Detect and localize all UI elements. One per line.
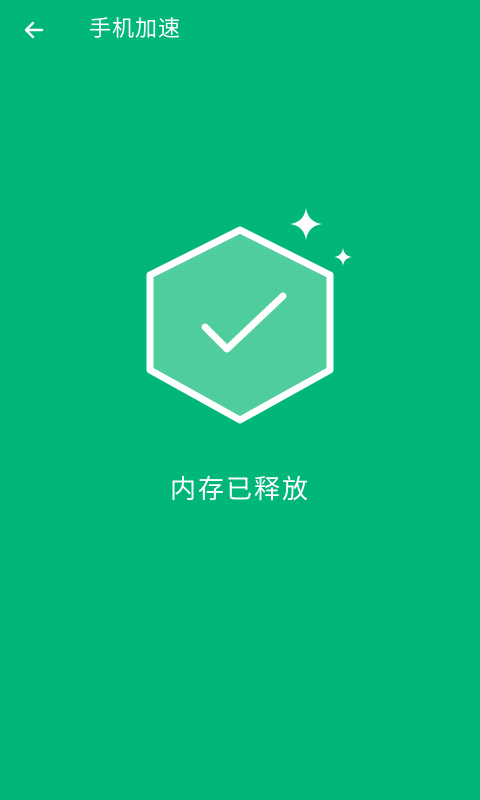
sparkle-icon — [290, 208, 322, 240]
hexagon-check-icon — [146, 226, 334, 424]
back-button[interactable] — [10, 8, 58, 52]
result-graphic — [140, 200, 360, 430]
sparkle-icon — [334, 248, 352, 266]
app-bar: 手机加速 — [0, 0, 480, 60]
memory-released-message: 内存已释放 — [169, 475, 310, 505]
arrow-left-icon — [24, 21, 44, 39]
page-title: 手机加速 — [89, 17, 182, 42]
